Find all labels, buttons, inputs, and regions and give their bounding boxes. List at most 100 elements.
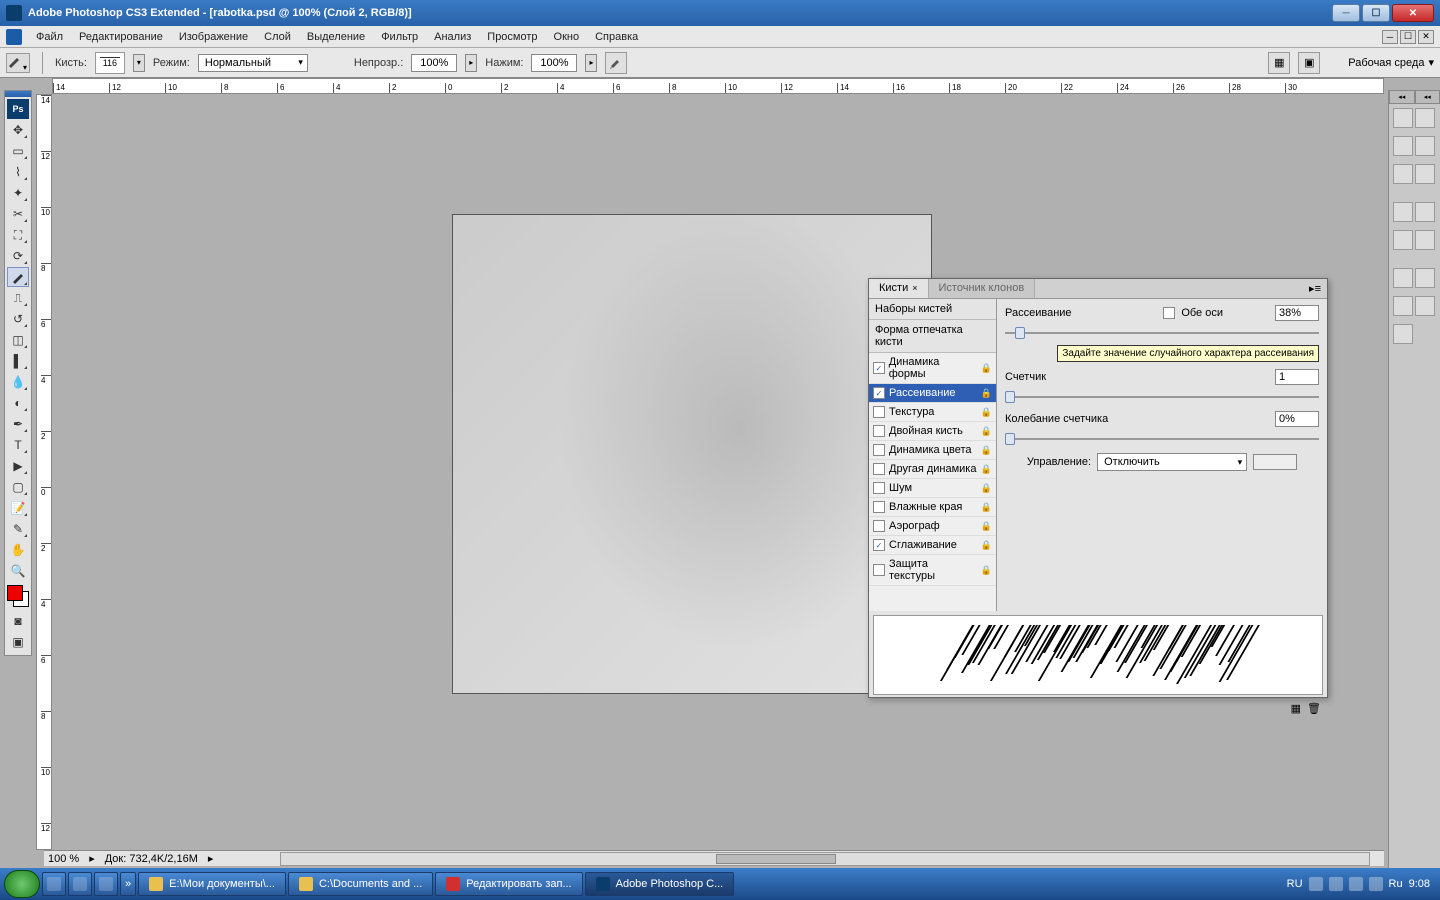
lock-icon[interactable]: 🔒: [981, 521, 992, 532]
lock-icon[interactable]: 🔒: [981, 445, 992, 456]
menu-help[interactable]: Справка: [587, 29, 646, 45]
checkbox[interactable]: [873, 387, 885, 399]
lock-icon[interactable]: 🔒: [981, 464, 992, 475]
layercomp-icon[interactable]: [1393, 324, 1413, 344]
paths-icon[interactable]: [1393, 230, 1413, 250]
brush-presets-header[interactable]: Наборы кистей: [869, 299, 996, 320]
screen-mode[interactable]: ▣: [1298, 52, 1320, 74]
color-swatches[interactable]: [7, 585, 29, 607]
brush-option-item[interactable]: Защита текстуры🔒: [869, 555, 996, 586]
stamp-tool[interactable]: ⎍: [7, 288, 29, 308]
taskbar-item[interactable]: C:\Documents and ...: [288, 872, 433, 896]
document-canvas[interactable]: [452, 214, 932, 694]
quicklaunch[interactable]: [42, 872, 66, 896]
minimize-button[interactable]: ─: [1332, 4, 1360, 22]
brush-tool-icon[interactable]: [6, 53, 30, 73]
lang-indicator2[interactable]: Ru: [1389, 878, 1403, 890]
tab-clone-source[interactable]: Источник клонов: [929, 279, 1036, 298]
type-tool[interactable]: T: [7, 435, 29, 455]
history-brush-tool[interactable]: ↺: [7, 309, 29, 329]
lock-icon[interactable]: 🔒: [981, 426, 992, 437]
checkbox[interactable]: [873, 539, 885, 551]
dock-tab[interactable]: ◂◂: [1389, 90, 1415, 104]
quicklaunch[interactable]: [94, 872, 118, 896]
healing-tool[interactable]: ⟳: [7, 246, 29, 266]
paragraph-icon[interactable]: [1415, 296, 1435, 316]
checkbox[interactable]: [873, 520, 885, 532]
styles-icon[interactable]: [1415, 164, 1435, 184]
move-tool[interactable]: ✥: [7, 120, 29, 140]
lock-icon[interactable]: 🔒: [981, 502, 992, 513]
navigator-icon[interactable]: [1393, 108, 1413, 128]
flow-arrow[interactable]: ▸: [585, 54, 597, 72]
swatches-icon[interactable]: [1393, 164, 1413, 184]
foreground-color[interactable]: [7, 585, 23, 601]
checkbox[interactable]: [873, 444, 885, 456]
shape-tool[interactable]: ▢: [7, 477, 29, 497]
brush-option-item[interactable]: Другая динамика🔒: [869, 460, 996, 479]
opacity-field[interactable]: 100%: [411, 54, 457, 72]
scatter-value[interactable]: 38%: [1275, 305, 1319, 321]
scatter-slider[interactable]: [1005, 325, 1319, 341]
menu-filter[interactable]: Фильтр: [373, 29, 426, 45]
menu-select[interactable]: Выделение: [299, 29, 373, 45]
panel-menu-icon[interactable]: ▸≡: [1303, 279, 1327, 298]
lock-icon[interactable]: 🔒: [981, 388, 992, 399]
character-icon[interactable]: [1393, 296, 1413, 316]
clock[interactable]: 9:08: [1409, 878, 1430, 890]
lock-icon[interactable]: 🔒: [981, 565, 992, 576]
menu-layer[interactable]: Слой: [256, 29, 299, 45]
eraser-tool[interactable]: ◫: [7, 330, 29, 350]
brush-preset-picker[interactable]: 116: [95, 52, 125, 74]
checkbox[interactable]: [873, 501, 885, 513]
checkbox[interactable]: [873, 482, 885, 494]
go-to-bridge[interactable]: ▦: [1268, 52, 1290, 74]
dodge-tool[interactable]: ◐: [7, 393, 29, 413]
tray-icon[interactable]: [1329, 877, 1343, 891]
clonesrc-icon[interactable]: [1415, 268, 1435, 288]
new-preset-icon[interactable]: ▦: [1291, 702, 1301, 715]
control-select[interactable]: Отключить: [1097, 453, 1247, 471]
checkbox[interactable]: [873, 362, 885, 374]
tab-brushes[interactable]: Кисти×: [869, 279, 929, 298]
blend-mode-select[interactable]: Нормальный: [198, 54, 308, 72]
brush-option-item[interactable]: Аэрограф🔒: [869, 517, 996, 536]
lock-icon[interactable]: 🔒: [981, 407, 992, 418]
color-icon[interactable]: [1415, 136, 1435, 156]
notes-tool[interactable]: 📝: [7, 498, 29, 518]
brush-tool[interactable]: [7, 267, 29, 287]
ruler-vertical[interactable]: 1412108642024681012: [36, 94, 52, 850]
checkbox[interactable]: [873, 564, 885, 576]
lock-icon[interactable]: 🔒: [981, 483, 992, 494]
brush-tip-shape[interactable]: Форма отпечатка кисти: [869, 320, 996, 353]
checkbox[interactable]: [873, 425, 885, 437]
status-icon[interactable]: ▸: [89, 852, 95, 865]
brush-dropdown[interactable]: ▾: [133, 54, 145, 72]
ruler-horizontal[interactable]: 1412108642024681012141618202224262830: [52, 78, 1384, 94]
channels-icon[interactable]: [1415, 202, 1435, 222]
jitter-value[interactable]: 0%: [1275, 411, 1319, 427]
doc-restore[interactable]: ☐: [1400, 30, 1416, 44]
menu-analysis[interactable]: Анализ: [426, 29, 479, 45]
tray-icon[interactable]: [1369, 877, 1383, 891]
wand-tool[interactable]: ✦: [7, 183, 29, 203]
dock-tab[interactable]: ◂◂: [1415, 90, 1440, 104]
zoom-tool[interactable]: 🔍: [7, 561, 29, 581]
menu-file[interactable]: Файл: [28, 29, 71, 45]
lasso-tool[interactable]: ⌇: [7, 162, 29, 182]
count-slider[interactable]: [1005, 389, 1319, 405]
toolbox-header[interactable]: [5, 91, 31, 97]
quicklaunch[interactable]: »: [120, 872, 136, 896]
info-icon[interactable]: [1393, 136, 1413, 156]
horizontal-scrollbar[interactable]: [280, 852, 1370, 866]
zoom-level[interactable]: 100 %: [48, 853, 79, 865]
checkbox[interactable]: [873, 463, 885, 475]
marquee-tool[interactable]: ▭: [7, 141, 29, 161]
brush-option-item[interactable]: Динамика цвета🔒: [869, 441, 996, 460]
menu-image[interactable]: Изображение: [171, 29, 256, 45]
trash-icon[interactable]: 🗑: [1307, 702, 1321, 715]
close-button[interactable]: ✕: [1392, 4, 1434, 22]
menu-window[interactable]: Окно: [546, 29, 588, 45]
jitter-slider[interactable]: [1005, 431, 1319, 447]
layers-icon[interactable]: [1393, 202, 1413, 222]
